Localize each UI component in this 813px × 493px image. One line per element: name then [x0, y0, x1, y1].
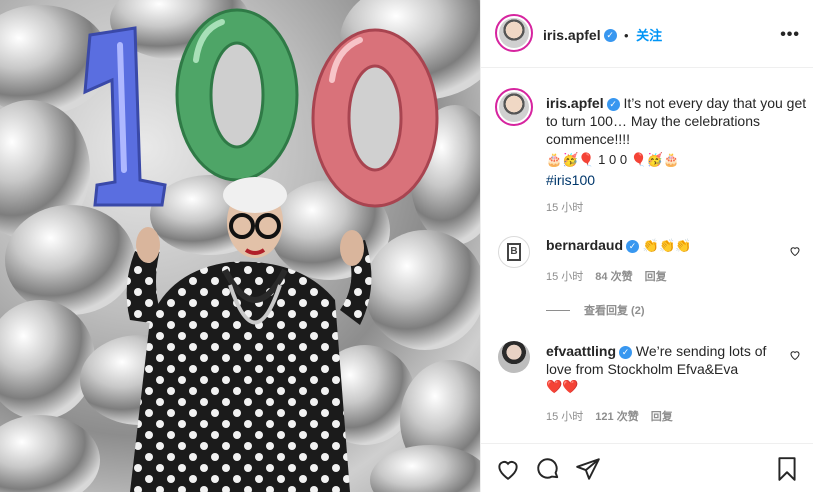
view-replies-label[interactable]: 查看回复 (2): [584, 302, 645, 318]
caption-time[interactable]: 15 小时: [546, 199, 583, 215]
comment-bubble-icon[interactable]: [535, 456, 561, 482]
comment-meta: 15 小时 121 次赞 回复: [546, 408, 673, 424]
comment-meta: 15 小时 84 次赞 回复: [546, 268, 667, 284]
comment-avatar[interactable]: B: [498, 236, 530, 268]
caption-username[interactable]: iris.apfel: [546, 95, 604, 111]
number-balloon-0-green: [175, 8, 299, 182]
caption-avatar[interactable]: [495, 88, 533, 126]
comment-time[interactable]: 15 小时: [546, 408, 583, 424]
caption-emoji-line: 🎂🥳🎈 1 0 0 🎈🥳🎂: [546, 152, 680, 167]
verified-badge-icon: ✓: [606, 97, 620, 111]
comment-item: efvaattling ✓ We’re sending lots of love …: [546, 342, 768, 396]
replies-divider-line: [546, 309, 570, 311]
comment-item: bernardaud ✓ 👏👏👏: [546, 236, 786, 255]
more-options-icon[interactable]: •••: [780, 26, 800, 44]
comment-username[interactable]: efvaattling: [546, 343, 616, 359]
caption-hashtag[interactable]: #iris100: [546, 171, 808, 189]
caption-block: iris.apfel ✓ It’s not every day that you …: [546, 94, 808, 189]
comment-avatar[interactable]: [498, 341, 530, 373]
comment-username[interactable]: bernardaud: [546, 237, 623, 253]
bernardaud-logo-icon: B: [507, 243, 521, 261]
comment-likes[interactable]: 121 次赞: [595, 408, 638, 424]
save-bookmark-icon[interactable]: [774, 456, 800, 482]
avatar[interactable]: [495, 14, 533, 52]
share-paper-plane-icon[interactable]: [575, 456, 601, 482]
comment-reply-button[interactable]: 回复: [651, 408, 673, 424]
comment-reply-button[interactable]: 回复: [645, 268, 667, 284]
verified-badge-icon: ✓: [626, 239, 640, 253]
verified-badge-icon: ✓: [603, 29, 617, 43]
comment-emoji: ❤️❤️: [546, 379, 579, 394]
comment-text: 👏👏👏: [642, 238, 692, 253]
like-comment-heart-icon[interactable]: [789, 349, 801, 361]
view-replies[interactable]: 查看回复 (2): [546, 302, 645, 318]
post-side-panel: iris.apfel ✓ • 关注 ••• iris.apfel ✓ It’s no…: [480, 0, 813, 492]
post-photo-illustration: [0, 0, 480, 492]
follow-button[interactable]: 关注: [636, 28, 662, 43]
like-comment-heart-icon[interactable]: [789, 245, 801, 257]
comment-likes[interactable]: 84 次赞: [595, 268, 632, 284]
post-image[interactable]: [0, 0, 480, 492]
action-bar: [481, 443, 813, 493]
caption-meta: 15 小时: [546, 199, 583, 215]
separator-dot: •: [624, 28, 629, 43]
instagram-post: iris.apfel ✓ • 关注 ••• iris.apfel ✓ It’s no…: [0, 0, 813, 492]
comment-time[interactable]: 15 小时: [546, 268, 583, 284]
post-header: iris.apfel ✓ • 关注 •••: [481, 0, 813, 68]
like-heart-icon[interactable]: [495, 456, 521, 482]
header-username[interactable]: iris.apfel: [543, 27, 601, 43]
verified-badge-icon: ✓: [619, 345, 633, 359]
number-balloon-0-red: [311, 28, 439, 208]
